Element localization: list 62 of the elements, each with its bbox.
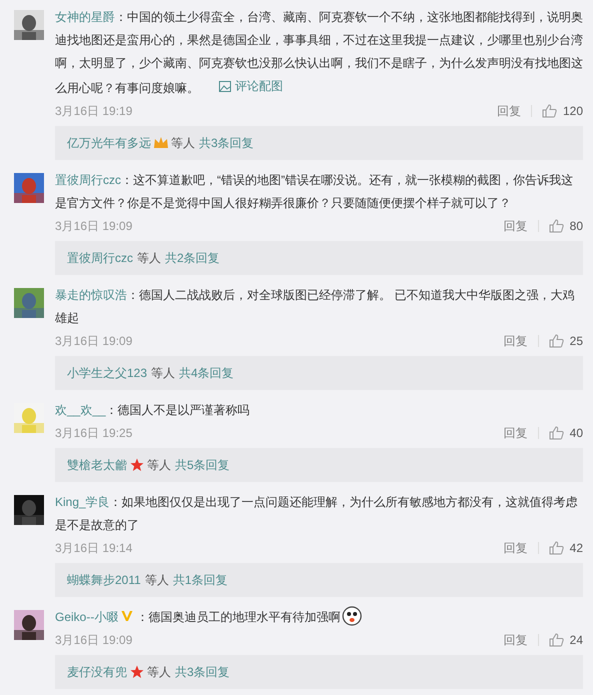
username-link[interactable]: King_学良 bbox=[55, 495, 110, 509]
comment-text: 女神的星爵：中国的领土少得蛮全，台湾、藏南、阿克赛钦一个不纳，这张地图都能找得到，说明奥迪找地图还是蛮用心的，果然是德国企业，事事具细，不过在这里我提一点建议，少哪里也别少台湾啊，太明显了，少个藏南、阿克赛钦也没那么快认出啊，我们不是瞎子，为什么发声明没有找地图这么用心呢？有事问度娘嘛。 评论配图 bbox=[55, 6, 583, 100]
like-count: 42 bbox=[570, 540, 583, 557]
reply-etc: 等人 bbox=[147, 664, 171, 681]
username-link[interactable]: 暴走的惊叹浩 bbox=[55, 288, 127, 302]
reply-count: 共3条回复 bbox=[175, 664, 230, 681]
reply-count: 共3条回复 bbox=[199, 135, 254, 152]
like-count: 24 bbox=[570, 632, 583, 649]
thumbs-up-icon[interactable] bbox=[548, 541, 564, 555]
reply-link[interactable]: 回复 bbox=[504, 424, 528, 442]
comment-text: 暴走的惊叹浩：德国人二战战败后，对全球版图已经停滞了解。 已不知道我大中华版图之强，大鸡雄起 bbox=[55, 287, 576, 327]
reply-count: 共1条回复 bbox=[172, 572, 228, 589]
reply-count: 共4条回复 bbox=[179, 365, 234, 382]
reply-link[interactable]: 回复 bbox=[504, 539, 528, 557]
comment-time: 3月16日 19:14 bbox=[55, 540, 132, 557]
comment-text: 置彼周行czc：这不算道歉吧，“错误的地图”错误在哪没说。还有，就一张模糊的截图，你告诉我这是官方文件？你是不是觉得中国人很好糊弄很廉价？只要随随便便摆个样子就可以了？ bbox=[55, 172, 574, 212]
comment-time: 3月16日 19:19 bbox=[55, 103, 132, 120]
reply-link[interactable]: 回复 bbox=[504, 217, 528, 235]
replies-bar[interactable]: 小学生之父123 等人 共4条回复 bbox=[55, 356, 583, 390]
comment-text: King_学良：如果地图仅仅是出现了一点问题还能理解，为什么所有敏感地方都没有，这就值得考虑是不是故意的了 bbox=[55, 494, 579, 534]
reply-link[interactable]: 回复 bbox=[496, 102, 521, 120]
replies-bar[interactable]: 蝴蝶舞步2011 等人 共1条回复 bbox=[55, 563, 583, 597]
reply-etc: 等人 bbox=[147, 457, 171, 474]
replies-bar[interactable]: 置彼周行czc 等人 共2条回复 bbox=[55, 241, 583, 275]
thumbs-up-icon[interactable] bbox=[542, 104, 557, 118]
image-icon bbox=[219, 81, 231, 92]
reply-link[interactable]: 回复 bbox=[504, 332, 528, 350]
thumbs-up-icon[interactable] bbox=[548, 633, 564, 647]
comment-text: Geiko--小啜 ：德国奥迪员工的地理水平有待加强啊 bbox=[55, 606, 583, 629]
reply-user: 麦仔没有兜 bbox=[67, 664, 127, 681]
reply-user: 雙槍老太龤 bbox=[67, 457, 127, 474]
reply-etc: 等人 bbox=[137, 250, 161, 267]
reply-link[interactable]: 回复 bbox=[504, 631, 528, 649]
comment-text: 欢__欢__：德国人不是以严谨著称吗 bbox=[55, 402, 251, 419]
username-link[interactable]: 欢__欢__ bbox=[55, 403, 106, 417]
reply-user: 蝴蝶舞步2011 bbox=[67, 572, 141, 589]
replies-bar[interactable]: 雙槍老太龤 等人 共5条回复 bbox=[55, 448, 583, 482]
reply-etc: 等人 bbox=[144, 572, 169, 589]
thumbs-up-icon[interactable] bbox=[548, 219, 564, 233]
like-count: 80 bbox=[570, 218, 583, 235]
image-link[interactable]: 评论配图 bbox=[219, 75, 283, 98]
replies-bar[interactable]: 麦仔没有兜 等人 共3条回复 bbox=[55, 655, 583, 689]
like-count: 120 bbox=[562, 103, 583, 120]
comment-time: 3月16日 19:09 bbox=[55, 218, 132, 235]
comment-time: 3月16日 19:09 bbox=[55, 632, 132, 649]
reply-etc: 等人 bbox=[151, 365, 176, 382]
reply-user: 亿万光年有多远 bbox=[67, 135, 151, 152]
reply-user: 置彼周行czc bbox=[67, 250, 133, 267]
reply-count: 共2条回复 bbox=[165, 250, 220, 267]
like-count: 25 bbox=[570, 333, 583, 350]
reply-etc: 等人 bbox=[171, 135, 195, 152]
reply-count: 共5条回复 bbox=[175, 457, 230, 474]
reply-user: 小学生之父123 bbox=[67, 365, 148, 382]
username-link[interactable]: Geiko--小啜 bbox=[55, 610, 118, 624]
comment-time: 3月16日 19:25 bbox=[55, 425, 132, 442]
username-link[interactable]: 女神的星爵 bbox=[55, 10, 115, 24]
username-link[interactable]: 置彼周行czc bbox=[55, 173, 121, 187]
thumbs-up-icon[interactable] bbox=[548, 426, 564, 440]
comment-time: 3月16日 19:09 bbox=[55, 333, 132, 350]
thumbs-up-icon[interactable] bbox=[548, 334, 564, 348]
replies-bar[interactable]: 亿万光年有多远 等人 共3条回复 bbox=[55, 126, 583, 160]
like-count: 40 bbox=[570, 425, 583, 442]
